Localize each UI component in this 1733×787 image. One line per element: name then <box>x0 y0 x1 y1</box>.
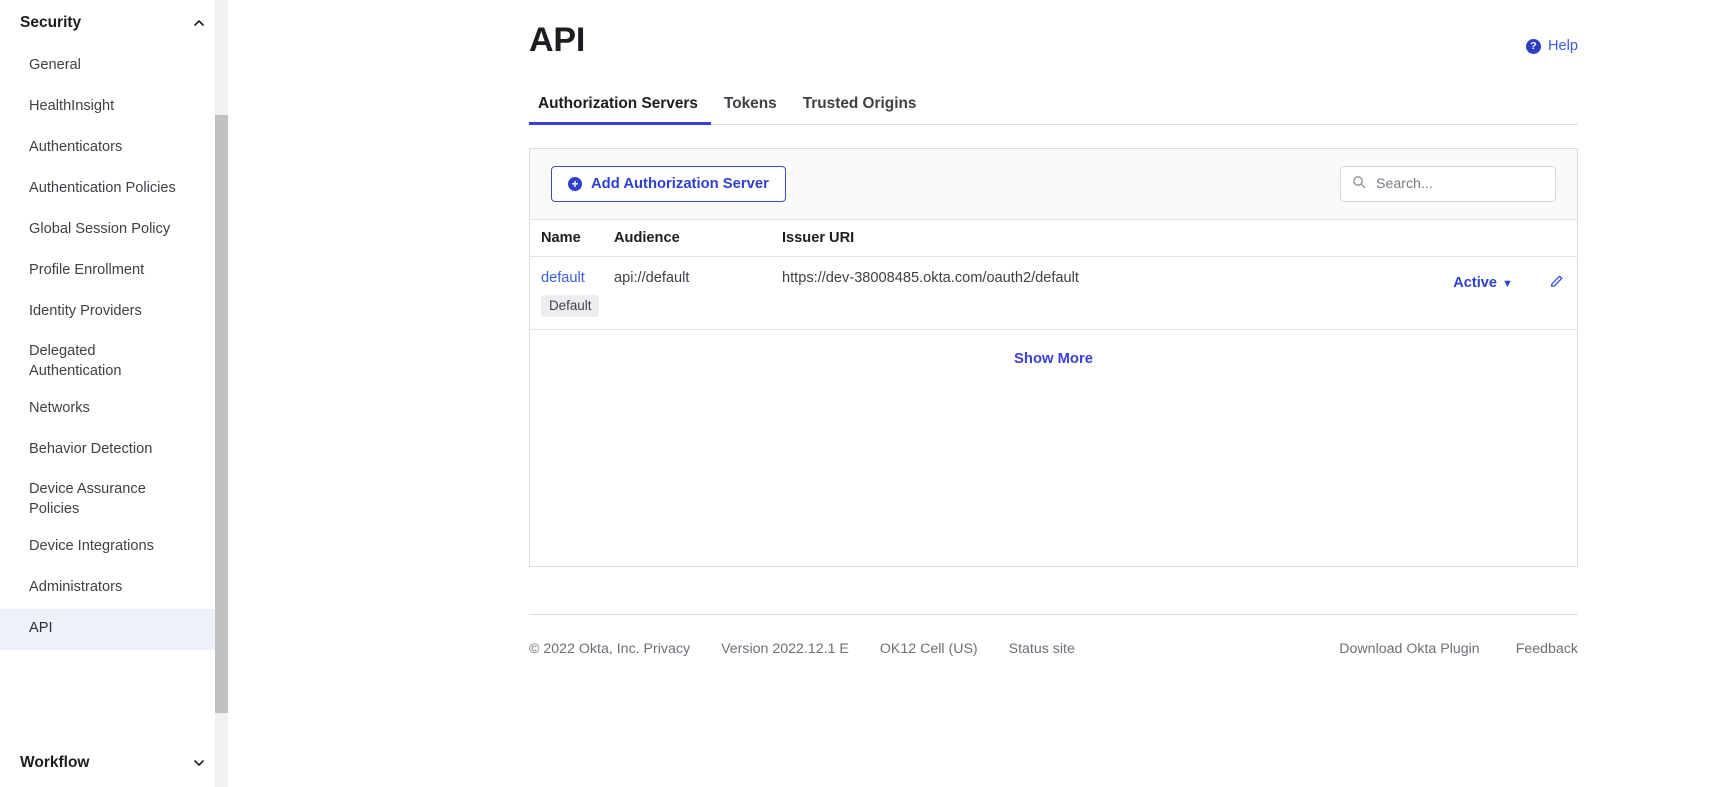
app-root: Security General HealthInsight Authentic… <box>0 0 1733 787</box>
sidebar-section-security-label: Security <box>20 14 82 31</box>
plus-circle-icon: + <box>568 176 582 191</box>
show-more-container: Show More <box>530 330 1577 368</box>
sidebar-item-identity-providers[interactable]: Identity Providers <box>0 292 228 333</box>
status-label: Active <box>1453 275 1498 291</box>
sidebar-item-authenticators[interactable]: Authenticators <box>0 128 228 169</box>
authorization-server-link[interactable]: default <box>541 270 614 286</box>
question-circle-icon: ? <box>1525 38 1541 54</box>
authorization-servers-table: Name Audience Issuer URI default Default <box>530 220 1577 330</box>
sidebar-item-label: Delegated Authentication <box>29 343 122 379</box>
sidebar-item-label: General <box>29 57 81 73</box>
sidebar-item-api[interactable]: API <box>0 609 228 650</box>
sidebar-item-global-session-policy[interactable]: Global Session Policy <box>0 210 228 251</box>
tab-tokens[interactable]: Tokens <box>711 95 790 124</box>
sidebar-bottom: Workflow <box>0 739 228 787</box>
table-head: Name Audience Issuer URI <box>530 220 1577 257</box>
status-dropdown[interactable]: Active ▼ <box>1453 275 1513 291</box>
status-badge: Default <box>541 295 600 317</box>
chevron-down-icon <box>192 756 206 770</box>
footer-version: Version 2022.12.1 E <box>721 641 849 657</box>
sidebar-item-label: Behavior Detection <box>29 441 153 457</box>
tab-label: Authorization Servers <box>538 95 698 112</box>
search-box[interactable] <box>1340 166 1556 202</box>
table-header-row: Name Audience Issuer URI <box>530 220 1577 257</box>
tab-trusted-origins[interactable]: Trusted Origins <box>790 95 930 124</box>
footer-download-plugin-link[interactable]: Download Okta Plugin <box>1339 641 1479 657</box>
sidebar-item-healthinsight[interactable]: HealthInsight <box>0 87 228 128</box>
sidebar-section-security[interactable]: Security <box>0 0 228 46</box>
sidebar-item-label: Administrators <box>29 579 123 595</box>
column-header-audience: Audience <box>614 220 782 257</box>
cell-issuer-uri: https://dev-38008485.okta.com/oauth2/def… <box>782 256 1392 330</box>
tab-authorization-servers[interactable]: Authorization Servers <box>529 95 711 125</box>
page-footer: © 2022 Okta, Inc. Privacy Version 2022.1… <box>529 614 1578 657</box>
sidebar-item-label: Authenticators <box>29 139 123 155</box>
cell-status: Active ▼ <box>1392 256 1577 330</box>
column-header-status <box>1392 220 1577 257</box>
sidebar-item-label: Authentication Policies <box>29 180 176 196</box>
tab-bar: Authorization Servers Tokens Trusted Ori… <box>529 89 1578 125</box>
tab-label: Tokens <box>723 95 777 112</box>
search-input[interactable] <box>1374 175 1544 193</box>
show-more-link[interactable]: Show More <box>1014 351 1093 367</box>
sidebar-item-device-assurance-policies[interactable]: Device Assurance Policies <box>0 471 228 527</box>
sidebar-item-authentication-policies[interactable]: Authentication Policies <box>0 169 228 210</box>
sidebar-item-label: Networks <box>29 400 90 416</box>
cell-audience: api://default <box>614 256 782 330</box>
help-label: Help <box>1547 38 1578 54</box>
column-header-issuer-uri: Issuer URI <box>782 220 1392 257</box>
sidebar-item-behavior-detection[interactable]: Behavior Detection <box>0 430 228 471</box>
add-authorization-server-label: Add Authorization Server <box>591 175 769 192</box>
sidebar-item-delegated-authentication[interactable]: Delegated Authentication <box>0 333 228 389</box>
sidebar-item-label: Device Integrations <box>29 538 154 554</box>
sidebar-section-workflow[interactable]: Workflow <box>0 739 228 787</box>
column-header-name: Name <box>530 220 614 257</box>
main-content: API ? Help Authorization Servers Tokens … <box>228 0 1733 787</box>
footer-left-group: © 2022 Okta, Inc. Privacy Version 2022.1… <box>529 641 1075 657</box>
pencil-edit-icon[interactable] <box>1549 273 1565 293</box>
sidebar: Security General HealthInsight Authentic… <box>0 0 228 787</box>
search-icon <box>1352 175 1366 194</box>
page-title: API <box>529 21 586 59</box>
footer-cell: OK12 Cell (US) <box>879 641 978 657</box>
sidebar-item-list: General HealthInsight Authenticators Aut… <box>0 46 228 650</box>
caret-down-icon: ▼ <box>1502 277 1513 290</box>
footer-copyright[interactable]: © 2022 Okta, Inc. Privacy <box>529 641 690 657</box>
sidebar-section-workflow-label: Workflow <box>20 754 90 771</box>
add-authorization-server-button[interactable]: + Add Authorization Server <box>551 165 786 203</box>
footer-feedback-link[interactable]: Feedback <box>1516 641 1578 657</box>
sidebar-item-profile-enrollment[interactable]: Profile Enrollment <box>0 251 228 292</box>
sidebar-item-label: HealthInsight <box>29 98 115 114</box>
chevron-up-icon <box>192 16 206 30</box>
cell-name: default Default <box>530 256 614 330</box>
sidebar-item-label: API <box>29 620 53 636</box>
sidebar-item-label: Device Assurance Policies <box>29 481 146 517</box>
footer-right-group: Download Okta Plugin Feedback <box>1303 641 1578 657</box>
help-link[interactable]: ? Help <box>1525 38 1578 54</box>
footer-status-site-link[interactable]: Status site <box>1009 641 1075 657</box>
authorization-servers-card: + Add Authorization Server Name <box>529 148 1578 567</box>
table-row: default Default api://default https://de… <box>530 256 1577 330</box>
sidebar-item-general[interactable]: General <box>0 46 228 87</box>
page-header: API ? Help <box>529 18 1578 62</box>
sidebar-item-device-integrations[interactable]: Device Integrations <box>0 527 228 568</box>
sidebar-item-label: Identity Providers <box>29 303 142 319</box>
table-body: default Default api://default https://de… <box>530 256 1577 330</box>
sidebar-item-networks[interactable]: Networks <box>0 389 228 430</box>
sidebar-item-administrators[interactable]: Administrators <box>0 568 228 609</box>
sidebar-scrollbar-thumb[interactable] <box>215 115 228 713</box>
tab-label: Trusted Origins <box>802 95 917 112</box>
card-toolbar: + Add Authorization Server <box>530 149 1577 220</box>
sidebar-item-label: Global Session Policy <box>29 221 171 237</box>
sidebar-item-label: Profile Enrollment <box>29 262 145 278</box>
